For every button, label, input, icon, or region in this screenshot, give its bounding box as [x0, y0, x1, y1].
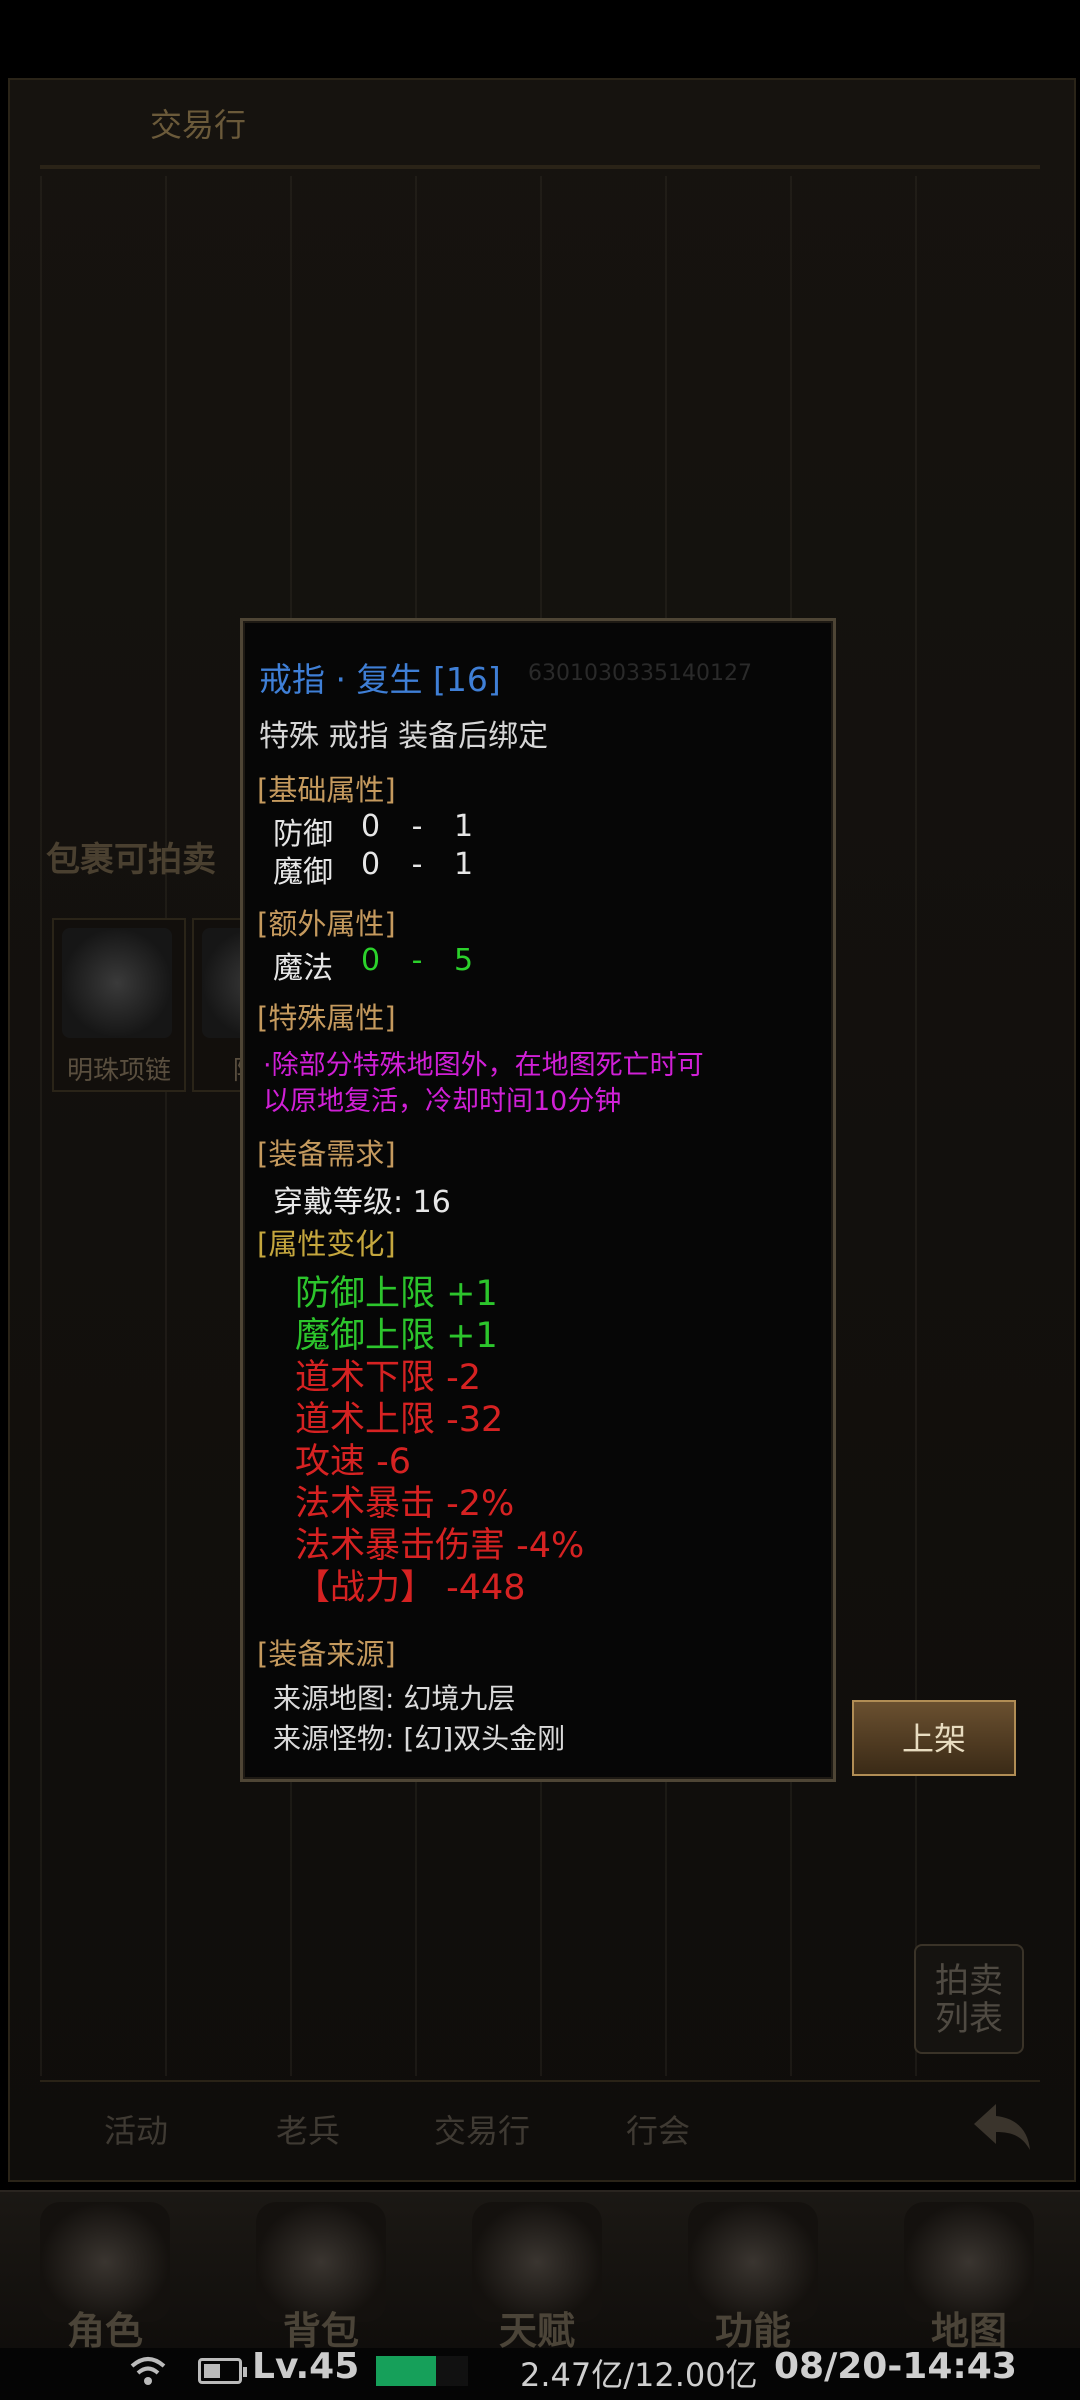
item-subtitle: 特殊 戒指 装备后绑定	[259, 719, 549, 754]
tab-activity[interactable]: 活动	[104, 2106, 168, 2152]
item-title: 戒指 · 复生 [16]	[259, 660, 501, 699]
tab-veteran[interactable]: 老兵	[276, 2106, 340, 2152]
attr-value: 0 - 1	[361, 847, 474, 882]
gold-amount: 2.47亿/12.00亿	[520, 2356, 758, 2394]
header-divider	[40, 165, 1040, 169]
extra-attributes-header: [额外属性]	[257, 907, 396, 941]
requirements-header: [装备需求]	[257, 1137, 396, 1171]
combat-power-change: 【战力】 -448	[295, 1568, 526, 1608]
wifi-icon	[130, 2357, 166, 2385]
clock: 08/20-14:43	[774, 2346, 1017, 2387]
experience-fill	[376, 2356, 436, 2386]
special-attribute-line: ·除部分特殊地图外，在地图死亡时可	[263, 1050, 704, 1081]
attr-value: 0 - 1	[361, 809, 474, 844]
bag-auctionable-title: 包裹可拍卖	[46, 840, 216, 880]
tab-trading[interactable]: 交易行	[434, 2106, 530, 2152]
special-attribute-line: 以原地复活，冷却时间10分钟	[263, 1086, 622, 1117]
source-map: 来源地图: 幻境九层	[273, 1682, 516, 1715]
auction-list-button[interactable]: 拍卖 列表	[914, 1944, 1024, 2054]
nav-label: 角色	[66, 2309, 143, 2353]
base-attributes-header: [基础属性]	[257, 773, 396, 807]
source-header: [装备来源]	[257, 1637, 396, 1671]
player-level: Lv.45	[252, 2346, 360, 2387]
nav-label: 天赋	[498, 2309, 575, 2353]
special-attributes-header: [特殊属性]	[257, 1001, 396, 1035]
item-id: 6301030335140127	[528, 661, 752, 686]
attr-value: 0 - 5	[361, 943, 474, 978]
item-tooltip: 戒指 · 复生 [16] 6301030335140127 特殊 戒指 装备后绑…	[240, 618, 836, 1782]
necklace-icon	[62, 928, 172, 1038]
source-monster: 来源怪物: [幻]双头金刚	[273, 1722, 566, 1755]
attr-label: 魔御	[273, 855, 333, 890]
panel-tabs: 活动 老兵 交易行 行会	[40, 2080, 1040, 2162]
auction-list-label: 拍卖 列表	[935, 1961, 1003, 2039]
back-arrow-icon[interactable]	[966, 2096, 1036, 2156]
bag-item-name: 明珠项链	[66, 1056, 171, 1086]
attribute-change-header: [属性变化]	[257, 1227, 396, 1261]
battery-icon	[198, 2358, 247, 2384]
bag-item-slot[interactable]: 明珠项链	[52, 918, 186, 1092]
attr-label: 魔法	[273, 951, 333, 986]
required-level: 穿戴等级: 16	[273, 1185, 451, 1220]
tab-guild[interactable]: 行会	[626, 2106, 690, 2152]
list-for-sale-button[interactable]: 上架	[852, 1700, 1016, 1776]
panel-title: 交易行	[150, 106, 247, 144]
